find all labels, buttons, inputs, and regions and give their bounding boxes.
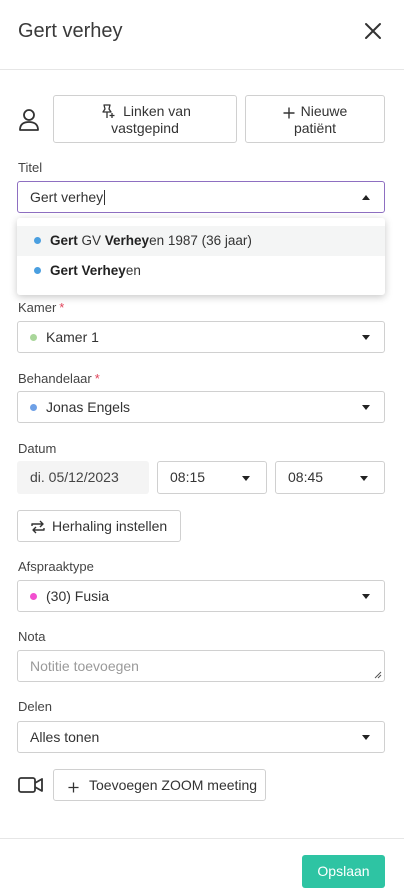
chevron-down-icon[interactable] xyxy=(362,405,370,410)
link-pinned-button[interactable]: Linken van vastgepind xyxy=(53,95,237,143)
date-label: Datum xyxy=(18,441,57,456)
share-label: Delen xyxy=(18,699,52,714)
repeat-icon xyxy=(31,520,45,534)
pin-icon xyxy=(102,104,115,118)
link-pinned-line2: vastgepind xyxy=(111,120,179,136)
chevron-down-icon[interactable] xyxy=(360,476,368,481)
footer-divider xyxy=(0,838,404,839)
start-time-value: 08:15 xyxy=(170,469,206,485)
plus-icon xyxy=(283,107,295,119)
appointment-type-value: (30) Fusia xyxy=(46,588,110,604)
practitioner-label: Behandelaar * xyxy=(18,371,100,386)
match-text: Verhey xyxy=(81,263,126,278)
room-color-dot xyxy=(30,334,37,341)
title-label: Titel xyxy=(18,160,43,175)
practitioner-color-dot xyxy=(30,404,37,411)
required-marker: * xyxy=(94,371,100,386)
match-text: Gert xyxy=(50,233,78,248)
option-text: en xyxy=(125,263,141,278)
appointment-type-label: Afspraaktype xyxy=(18,559,94,574)
close-icon[interactable] xyxy=(362,20,384,42)
room-select[interactable]: Kamer 1 xyxy=(17,321,385,353)
note-textarea[interactable]: Notitie toevoegen xyxy=(17,650,385,682)
repeat-label: Herhaling instellen xyxy=(52,518,168,534)
appointment-type-select[interactable]: (30) Fusia xyxy=(17,580,385,612)
text-cursor xyxy=(104,190,106,205)
note-placeholder: Notitie toevoegen xyxy=(30,658,139,674)
suggestion-option[interactable]: Gert GV Verheyen 1987 (36 jaar) xyxy=(17,226,385,256)
practitioner-select[interactable]: Jonas Engels xyxy=(17,391,385,423)
video-icon xyxy=(18,777,43,793)
title-input-value: Gert verhey xyxy=(30,189,104,205)
save-button[interactable]: Opslaan xyxy=(302,855,385,888)
new-patient-button[interactable]: Nieuwe patiënt xyxy=(245,95,385,143)
chevron-down-icon[interactable] xyxy=(362,735,370,740)
chevron-down-icon[interactable] xyxy=(362,335,370,340)
end-time-value: 08:45 xyxy=(288,469,324,485)
match-text: Gert xyxy=(50,263,78,278)
end-time-select[interactable]: 08:45 xyxy=(275,461,385,494)
practitioner-label-text: Behandelaar xyxy=(18,371,92,386)
resize-handle-icon[interactable] xyxy=(374,671,382,679)
date-field[interactable]: di. 05/12/2023 xyxy=(17,461,149,494)
plus-icon xyxy=(68,782,79,793)
required-marker: * xyxy=(59,300,65,315)
option-text: en 1987 (36 jaar) xyxy=(149,233,252,248)
share-select[interactable]: Alles tonen xyxy=(17,721,385,753)
appointment-type-color-dot xyxy=(30,593,37,600)
title-suggestions-dropdown: Gert GV Verheyen 1987 (36 jaar) Gert Ver… xyxy=(17,218,385,295)
repeat-button[interactable]: Herhaling instellen xyxy=(17,510,181,542)
header: Gert verhey xyxy=(0,0,404,70)
practitioner-value: Jonas Engels xyxy=(46,399,131,415)
room-value: Kamer 1 xyxy=(46,329,99,345)
suggestion-dot xyxy=(34,267,41,274)
suggestion-dot xyxy=(34,237,41,244)
option-text: GV xyxy=(77,233,105,248)
share-value: Alles tonen xyxy=(30,729,100,745)
note-label: Nota xyxy=(18,629,46,644)
new-patient-line1: Nieuwe xyxy=(300,103,348,119)
chevron-down-icon[interactable] xyxy=(362,594,370,599)
zoom-label: Toevoegen ZOOM meeting xyxy=(89,777,258,793)
title-input[interactable]: Gert verhey xyxy=(17,181,385,213)
chevron-up-icon[interactable] xyxy=(362,195,370,200)
chevron-down-icon[interactable] xyxy=(242,476,250,481)
room-label: Kamer * xyxy=(18,300,64,315)
person-icon xyxy=(19,109,39,131)
room-label-text: Kamer xyxy=(18,300,57,315)
suggestion-option[interactable]: Gert Verheyen xyxy=(17,256,385,286)
new-patient-line2: patiënt xyxy=(293,120,337,136)
start-time-select[interactable]: 08:15 xyxy=(157,461,267,494)
dialog-title: Gert verhey xyxy=(18,20,123,42)
add-zoom-meeting-button[interactable]: Toevoegen ZOOM meeting xyxy=(53,769,266,801)
link-pinned-line1: Linken van xyxy=(123,103,191,119)
match-text: Verhey xyxy=(104,233,150,248)
